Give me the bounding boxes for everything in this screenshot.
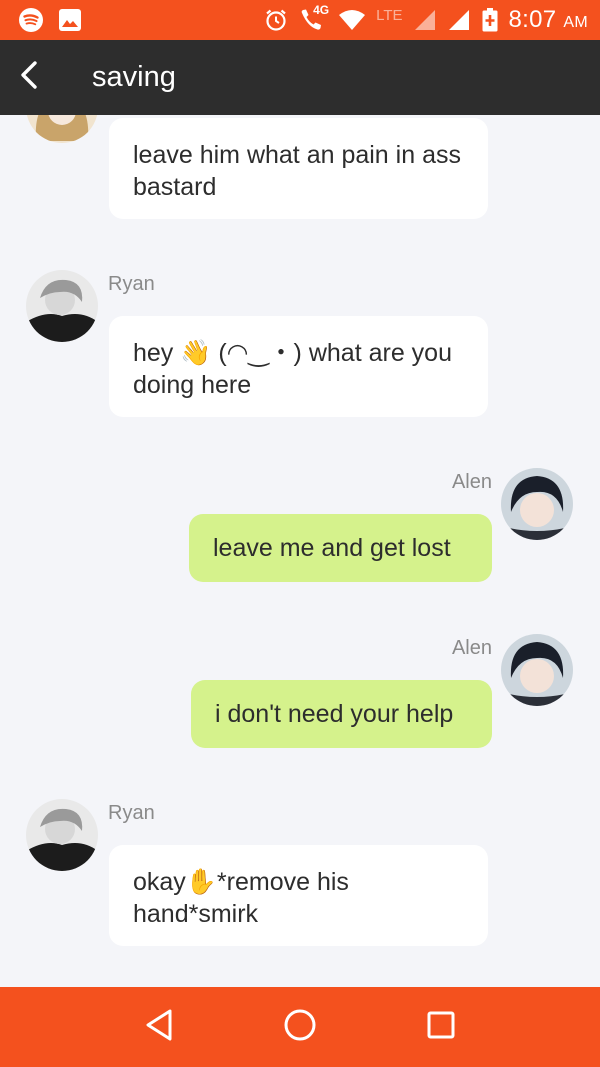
network-label: 4G bbox=[313, 3, 330, 17]
spotify-icon bbox=[18, 7, 44, 33]
sender-avatar[interactable] bbox=[26, 115, 98, 143]
message-text: leave me and get lost bbox=[213, 534, 451, 562]
message-text: i don't need your help bbox=[215, 700, 454, 728]
message-bubble[interactable]: leave me and get lost bbox=[189, 514, 492, 582]
system-nav-bar bbox=[0, 987, 600, 1067]
sender-avatar[interactable] bbox=[26, 270, 98, 342]
chevron-left-icon bbox=[18, 60, 40, 95]
signal-icon bbox=[447, 8, 471, 32]
page-title: saving bbox=[92, 61, 176, 93]
sender-name: Alen bbox=[451, 637, 492, 659]
app-toolbar: saving bbox=[0, 40, 600, 115]
status-bar: 4G LTE 8:07 AM bbox=[0, 0, 600, 40]
nav-recents-button[interactable] bbox=[411, 997, 471, 1057]
message-bubble[interactable]: okay✋*remove his hand*smirk bbox=[109, 845, 488, 946]
chat-message-list[interactable]: leave him what an pain in ass bastard Ry… bbox=[0, 115, 600, 987]
sender-name: Ryan bbox=[108, 802, 155, 824]
sender-name: Ryan bbox=[108, 273, 155, 295]
sender-avatar[interactable] bbox=[501, 468, 573, 540]
message-text: okay✋*remove his hand*smirk bbox=[133, 868, 349, 928]
message-text: leave him what an pain in ass bastard bbox=[133, 141, 461, 201]
gallery-icon bbox=[58, 8, 82, 32]
message-bubble[interactable]: i don't need your help bbox=[191, 680, 492, 748]
nav-home-button[interactable] bbox=[270, 997, 330, 1057]
sender-avatar[interactable] bbox=[26, 799, 98, 871]
back-triangle-icon bbox=[143, 1008, 175, 1047]
alarm-icon bbox=[264, 8, 288, 32]
battery-charging-icon bbox=[481, 7, 499, 33]
back-button[interactable] bbox=[2, 40, 56, 115]
call-4g-icon: 4G bbox=[298, 3, 329, 33]
signal-icon bbox=[413, 8, 437, 32]
clock: 8:07 AM bbox=[508, 6, 588, 33]
home-circle-icon bbox=[283, 1008, 317, 1047]
sender-name: Alen bbox=[451, 471, 492, 493]
message-bubble[interactable]: hey 👋 (◠‿・) what are you doing here bbox=[109, 316, 488, 417]
wifi-icon bbox=[338, 9, 366, 31]
lte-label: LTE bbox=[376, 6, 403, 24]
message-text: hey 👋 (◠‿・) what are you doing here bbox=[133, 339, 452, 399]
nav-back-button[interactable] bbox=[129, 997, 189, 1057]
recents-square-icon bbox=[426, 1010, 456, 1045]
sender-avatar[interactable] bbox=[501, 634, 573, 706]
message-bubble[interactable]: leave him what an pain in ass bastard bbox=[109, 118, 488, 219]
